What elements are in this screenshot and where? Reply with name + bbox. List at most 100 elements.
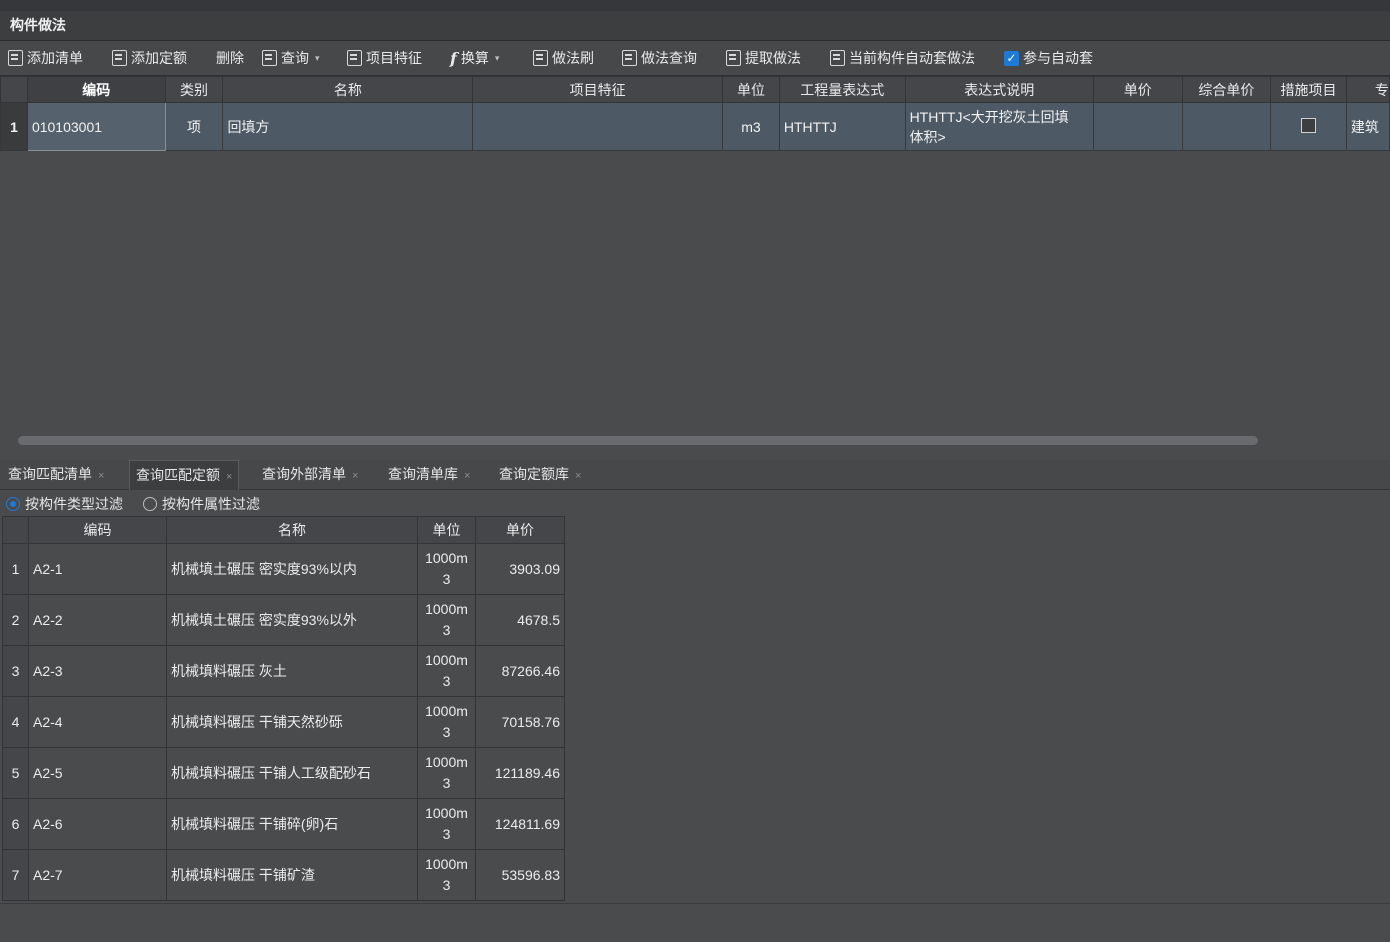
cell-feature[interactable] [472,102,724,151]
col-feature[interactable]: 项目特征 [472,76,724,103]
col-category[interactable]: 类别 [164,76,224,103]
cell-price[interactable] [1092,102,1183,151]
cell-expr-desc[interactable]: HTHTTJ<大开挖灰土回填 体积> [904,102,1094,151]
cell-unit[interactable]: 1000m 3 [417,747,476,799]
cell-specialty[interactable]: 建筑 [1345,102,1390,151]
cell-unit[interactable]: m3 [722,102,780,151]
table-row[interactable]: 2 A2-2 机械填土碾压 密实度93%以外 1000m 3 4678.5 [2,594,565,646]
col-code[interactable]: 编码 [26,76,166,103]
table-row[interactable]: 3 A2-3 机械填料碾压 灰土 1000m 3 87266.46 [2,645,565,697]
cell-name[interactable]: 机械填土碾压 密实度93%以内 [166,543,418,595]
cell-code[interactable]: A2-2 [28,594,167,646]
cell-unit[interactable]: 1000m 3 [417,594,476,646]
table-row[interactable]: 1 010103001 项 回填方 m3 HTHTTJ HTHTTJ<大开挖灰土… [0,102,1390,151]
tab-list-library[interactable]: 查询清单库 × [388,460,470,489]
delete-button[interactable]: 删除 [216,47,244,69]
cell-unit[interactable]: 1000m 3 [417,798,476,850]
cell-name[interactable]: 回填方 [222,102,474,151]
close-icon[interactable]: × [98,470,104,482]
col-specialty[interactable]: 专 [1345,76,1390,103]
close-icon[interactable]: × [464,470,470,482]
method-query-label: 做法查询 [641,50,697,66]
cell-code[interactable]: A2-3 [28,645,167,697]
tab-quota-library[interactable]: 查询定额库 × [499,460,581,489]
col-name[interactable]: 名称 [222,76,474,103]
col-name[interactable]: 名称 [166,516,418,544]
col-composite-price[interactable]: 综合单价 [1181,76,1272,103]
tab-match-quota[interactable]: 查询匹配定额 × [129,460,240,490]
cell-name[interactable]: 机械填料碾压 干铺人工级配砂石 [166,747,418,799]
method-brush-button[interactable]: 做法刷 [533,47,594,69]
unit-line: 3 [442,826,451,842]
cell-code[interactable]: A2-5 [28,747,167,799]
col-unit[interactable]: 单位 [722,76,780,103]
cell-price[interactable]: 53596.83 [475,849,565,901]
col-price[interactable]: 单价 [475,516,565,544]
cell-price[interactable]: 4678.5 [475,594,565,646]
auto-apply-current-button[interactable]: 当前构件自动套做法 [830,47,975,69]
measure-checkbox[interactable] [1301,117,1317,133]
add-list-icon [8,50,23,66]
col-price[interactable]: 单价 [1092,76,1183,103]
unit-line: 1000m [425,703,468,719]
project-feature-button[interactable]: 项目特征 [347,47,422,69]
table-row[interactable]: 1 A2-1 机械填土碾压 密实度93%以内 1000m 3 3903.09 [2,543,565,595]
cell-code[interactable]: A2-1 [28,543,167,595]
row-number[interactable]: 1 [0,102,28,151]
extract-method-button[interactable]: 提取做法 [726,47,801,69]
cell-price[interactable]: 121189.46 [475,747,565,799]
participate-auto-checkbox[interactable]: ✓ 参与自动套 [1004,47,1093,69]
col-measure[interactable]: 措施项目 [1270,76,1347,103]
row-number: 1 [2,543,29,595]
expr-desc-line: HTHTTJ<大开挖灰土回填 [909,108,1069,125]
cell-price[interactable]: 70158.76 [475,696,565,748]
table-row[interactable]: 6 A2-6 机械填料碾压 干铺碎(卵)石 1000m 3 124811.69 [2,798,565,850]
cell-composite-price[interactable] [1181,102,1272,151]
cell-name[interactable]: 机械填土碾压 密实度93%以外 [166,594,418,646]
col-expr-desc[interactable]: 表达式说明 [904,76,1094,103]
row-number: 4 [2,696,29,748]
cell-price[interactable]: 124811.69 [475,798,565,850]
close-icon[interactable]: × [352,470,358,482]
add-quota-button[interactable]: 添加定额 [112,47,187,69]
query-button[interactable]: 查询 ▾ [262,47,320,69]
cell-price[interactable]: 3903.09 [475,543,565,595]
cell-unit[interactable]: 1000m 3 [417,645,476,697]
cell-code[interactable]: A2-4 [28,696,167,748]
table-row[interactable]: 5 A2-5 机械填料碾压 干铺人工级配砂石 1000m 3 121189.46 [2,747,565,799]
cell-name[interactable]: 机械填料碾压 灰土 [166,645,418,697]
row-number: 6 [2,798,29,850]
cell-price[interactable]: 87266.46 [475,645,565,697]
radio-selected-icon [6,497,20,511]
cell-unit[interactable]: 1000m 3 [417,543,476,595]
horizontal-scrollbar[interactable] [18,436,1258,445]
cell-code[interactable]: A2-7 [28,849,167,901]
col-code[interactable]: 编码 [28,516,167,544]
col-unit[interactable]: 单位 [417,516,476,544]
cell-unit[interactable]: 1000m 3 [417,849,476,901]
cell-expr[interactable]: HTHTTJ [778,102,906,151]
table-row[interactable]: 4 A2-4 机械填料碾压 干铺天然砂砾 1000m 3 70158.76 [2,696,565,748]
tab-match-list[interactable]: 查询匹配清单 × [8,460,104,489]
tab-label: 查询匹配清单 [8,466,92,482]
add-list-button[interactable]: 添加清单 [8,47,83,69]
cell-unit[interactable]: 1000m 3 [417,696,476,748]
table-row[interactable]: 7 A2-7 机械填料碾压 干铺矿渣 1000m 3 53596.83 [2,849,565,901]
col-expr[interactable]: 工程量表达式 [778,76,906,103]
filter-by-attr-radio[interactable]: 按构件属性过滤 [143,494,260,514]
filter-by-type-radio[interactable]: 按构件类型过滤 [6,494,123,514]
cell-category[interactable]: 项 [164,102,224,151]
convert-button[interactable]: f 换算 ▾ [450,47,499,69]
method-query-button[interactable]: 做法查询 [622,47,697,69]
cell-name[interactable]: 机械填料碾压 干铺矿渣 [166,849,418,901]
close-icon[interactable]: × [575,470,581,482]
cell-measure[interactable] [1270,102,1347,151]
cell-code[interactable]: A2-6 [28,798,167,850]
tab-external-list[interactable]: 查询外部清单 × [262,460,358,489]
close-icon[interactable]: × [226,471,232,483]
cell-name[interactable]: 机械填料碾压 干铺碎(卵)石 [166,798,418,850]
query-label: 查询 [281,50,309,66]
cell-code[interactable]: 010103001 [26,102,166,151]
unit-line: 3 [442,673,451,689]
cell-name[interactable]: 机械填料碾压 干铺天然砂砾 [166,696,418,748]
